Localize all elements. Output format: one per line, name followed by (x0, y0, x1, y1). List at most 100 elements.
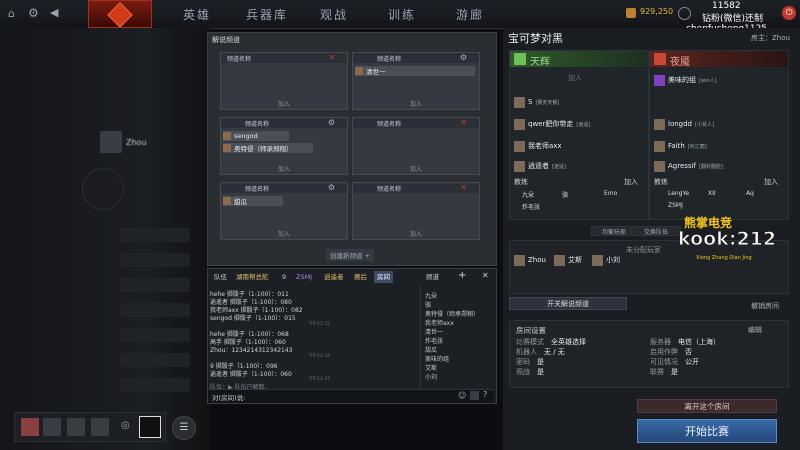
user-list-item[interactable]: 清世一 (425, 327, 443, 336)
tab-room[interactable]: 房间 (374, 271, 393, 283)
coach-slot[interactable]: 九朵 (522, 190, 534, 199)
join-button[interactable]: 加入 (353, 99, 479, 108)
user-list-item[interactable]: 我老师axx (425, 318, 454, 327)
lobby-host: 房主：Zhou (751, 34, 790, 42)
caster-member[interactable]: 清世一 (355, 66, 475, 76)
coach-slot[interactable]: ZSMJ (668, 202, 683, 209)
nav-armory[interactable]: 兵器库 (246, 6, 288, 23)
player-slot[interactable]: 小刘 (592, 253, 620, 267)
tab-hunan[interactable]: 湖南帮总舵 (236, 271, 269, 283)
dota-logo-button[interactable] (88, 0, 152, 28)
nav-heroes[interactable]: 英雄 (183, 6, 211, 23)
player-slot[interactable]: 美味的组 [win人] (654, 73, 717, 87)
close-icon[interactable]: ✕ (460, 183, 467, 192)
leave-room-button[interactable]: 离开这个房间 (637, 399, 777, 413)
join-button[interactable]: 加入 (221, 229, 347, 238)
coach-slot[interactable]: Emo (604, 190, 617, 197)
caster-member[interactable]: 甜瓜 (223, 196, 283, 206)
emoji-icon[interactable]: ☺ (458, 391, 466, 400)
avatar (223, 132, 231, 140)
player-slot[interactable]: longdd [小贫人] (654, 117, 714, 131)
chat-input[interactable]: 对(房间)说: ☺ ? (208, 389, 494, 403)
chat-timestamp: 下午11:32 (308, 322, 330, 327)
join-button[interactable]: 加入 (221, 164, 347, 173)
nav-learn[interactable]: 训练 (388, 6, 416, 23)
tab-team[interactable]: 队伍 (214, 271, 227, 283)
gear-icon[interactable]: ⚙ (460, 53, 467, 62)
help-icon[interactable]: ? (483, 390, 487, 399)
caster-panel-title: 解说频道 (212, 36, 240, 44)
nav-arcade[interactable]: 游廊 (456, 6, 484, 23)
friends-icon[interactable] (678, 7, 691, 20)
player-slot[interactable]: Zhou (514, 253, 546, 267)
menu-icon[interactable]: ☰ (172, 416, 196, 440)
party-slot[interactable] (67, 418, 85, 436)
channel-slot: 频道名称 ⚙ 清世一 加入 (352, 52, 480, 110)
power-icon[interactable]: ⏻ (782, 6, 796, 20)
user-list-item[interactable]: 艾斯 (425, 363, 437, 372)
player-slot[interactable]: 逍遥者 [逍遥] (514, 159, 566, 173)
coach-slot[interactable]: 骆 (562, 190, 568, 199)
user-list-item[interactable]: 小刘 (425, 372, 437, 381)
user-list-item[interactable]: 九朵 (425, 291, 437, 300)
nav-watch[interactable]: 观战 (320, 6, 348, 23)
player-slot[interactable]: 我老师axx (514, 139, 562, 153)
join-radiant-button[interactable]: 加入 (568, 73, 582, 83)
image-icon[interactable] (470, 391, 479, 400)
settings-icon[interactable]: ⚙ (28, 6, 39, 20)
mic-icon[interactable]: ◎ (121, 420, 130, 431)
add-icon[interactable]: + (458, 270, 466, 281)
avatar (514, 140, 525, 152)
edit-settings-button[interactable]: 编辑 (748, 325, 762, 335)
ready-check-box[interactable] (139, 416, 161, 438)
tab-postgame[interactable]: 赛后 (354, 271, 367, 283)
coach-slot[interactable]: LengYe (668, 190, 689, 197)
user-list-item[interactable]: 奥特侵（师承郑翔） (425, 309, 479, 318)
channel-name: 频道名称 (377, 121, 402, 128)
user-list-item[interactable]: 骆 (425, 300, 431, 309)
swap-teams-button[interactable]: 交换队伍 (631, 226, 681, 236)
overlay-text-1: 11582 (712, 1, 741, 11)
cancel-room-button[interactable]: 撤销房间 (751, 301, 779, 311)
player-slot[interactable]: qwer肥你带走 [逍遥] (514, 117, 590, 131)
start-game-button[interactable]: 开始比赛 (637, 419, 777, 443)
join-button[interactable]: 加入 (221, 99, 347, 108)
top-bar: ⌂ ⚙ ◀ 英雄 兵器库 观战 训练 游廊 929,250 11582 钻粉(微… (0, 0, 800, 29)
join-coach-button[interactable]: 加入 (624, 177, 638, 187)
caster-member[interactable]: 奥特侵（师承郑翔） (223, 143, 313, 153)
user-list-tab[interactable]: 频道 (426, 271, 439, 283)
party-slot[interactable] (91, 418, 109, 436)
player-slot[interactable]: Agressif [翻铃翻脸] (654, 159, 723, 173)
avatar (514, 160, 525, 172)
user-list-item[interactable]: 炸毛张 (425, 336, 443, 345)
close-icon[interactable]: ✕ (482, 271, 489, 280)
coach-slot[interactable]: Aq (746, 190, 754, 197)
caster-member[interactable]: sengod (223, 131, 289, 141)
coach-slot[interactable]: 炸毛张 (522, 202, 540, 211)
tab-zsmj[interactable]: ZSMJ (296, 271, 312, 283)
close-icon[interactable]: ✕ (328, 53, 335, 62)
coach-slot[interactable]: XII (708, 190, 716, 197)
gear-icon[interactable]: ⚙ (328, 118, 335, 127)
party-avatar[interactable] (21, 418, 39, 436)
toggle-caster-channel-button[interactable]: 开关解说频道 (509, 297, 627, 310)
join-button[interactable]: 加入 (353, 229, 479, 238)
chat-timestamp: 下午11:37 (308, 377, 330, 382)
home-icon[interactable]: ⌂ (8, 7, 15, 20)
player-slot[interactable]: S [赛天天郁] (514, 95, 559, 109)
join-button[interactable]: 加入 (353, 164, 479, 173)
party-slot[interactable] (43, 418, 61, 436)
player-slot[interactable]: Faith [钩之丽] (654, 139, 707, 153)
join-coach-button[interactable]: 加入 (764, 177, 778, 187)
tab-9[interactable]: 9 (282, 271, 286, 283)
radiant-team: 天辉 加入 S [赛天天郁] qwer肥你带走 [逍遥] 我老师axx 逍遥者 [逍遥… (509, 50, 649, 220)
user-list-item[interactable]: 美味的组 (425, 354, 449, 363)
back-icon[interactable]: ◀ (50, 6, 58, 19)
player-slot[interactable]: 艾斯 (554, 253, 582, 267)
create-channel-button[interactable]: 创建新频道 + (326, 249, 375, 261)
dota-logo-icon (107, 2, 133, 28)
gear-icon[interactable]: ⚙ (328, 183, 335, 192)
tab-xiaoyao[interactable]: 逍遥者 (324, 271, 344, 283)
close-icon[interactable]: ✕ (460, 118, 467, 127)
user-list-item[interactable]: 甜瓜 (425, 345, 437, 354)
